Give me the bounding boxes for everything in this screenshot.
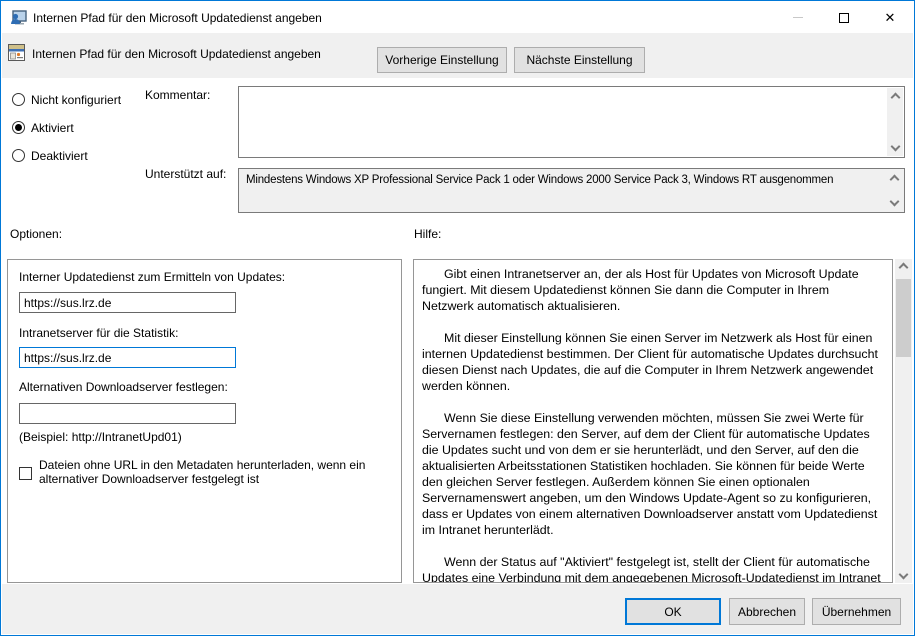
setting-title: Internen Pfad für den Microsoft Updatedi… [32,47,321,61]
comment-scrollbar[interactable] [886,88,903,156]
comment-label: Kommentar: [145,88,210,102]
maximize-button[interactable] [821,2,867,33]
gpedit-computer-icon [10,10,27,26]
policy-setting-icon [8,44,25,61]
radio-circle[interactable] [12,93,25,106]
next-setting-button[interactable]: Nächste Einstellung [514,47,645,73]
help-paragraph: Wenn der Status auf "Aktiviert" festgele… [422,554,884,583]
policy-setting-dialog: Internen Pfad für den Microsoft Updatedi… [0,0,915,636]
setting-header: Internen Pfad für den Microsoft Updatedi… [2,33,913,78]
alternate-download-input[interactable] [19,403,236,424]
download-files-checkbox[interactable] [19,467,32,480]
download-files-checkbox-label: Dateien ohne URL in den Metadaten herunt… [39,459,399,486]
comment-textarea[interactable] [238,86,905,158]
cancel-button[interactable]: Abbrechen [729,598,805,625]
minimize-icon [793,17,803,18]
help-panel: Gibt einen Intranetserver an, der als Ho… [413,259,893,583]
minimize-button[interactable] [775,2,821,33]
scroll-down-icon[interactable] [886,194,903,209]
scroll-down-icon[interactable] [895,567,912,582]
example-text: (Beispiel: http://IntranetUpd01) [19,430,182,444]
supported-scrollbar[interactable] [886,170,903,211]
options-panel: Interner Updatedienst zum Ermitteln von … [7,259,402,583]
scrollbar-thumb[interactable] [896,279,911,357]
help-paragraph: Wenn Sie diese Einstellung verwenden möc… [422,410,884,538]
supported-value: Mindestens Windows XP Professional Servi… [246,174,880,186]
statistics-server-input[interactable] [19,347,236,368]
supported-on-box: Mindestens Windows XP Professional Servi… [238,168,905,213]
radio-circle[interactable] [12,121,25,134]
update-service-input[interactable] [19,292,236,313]
radio-label: Nicht konfiguriert [31,93,121,107]
radio-circle[interactable] [12,149,25,162]
scroll-down-icon[interactable] [887,139,903,154]
close-button[interactable]: ✕ [867,2,913,33]
help-paragraph: Mit dieser Einstellung können Sie einen … [422,330,884,394]
titlebar: Internen Pfad für den Microsoft Updatedi… [2,2,913,33]
help-paragraph: Gibt einen Intranetserver an, der als Ho… [422,266,884,314]
maximize-icon [839,13,849,23]
scroll-up-icon[interactable] [895,260,912,275]
footer: OK Abbrechen Übernehmen [2,584,913,634]
help-text: Gibt einen Intranetserver an, der als Ho… [422,266,884,583]
close-icon: ✕ [885,11,896,24]
help-scrollbar[interactable] [895,259,912,583]
apply-button[interactable]: Übernehmen [812,598,901,625]
dialog-content: Nicht konfiguriert Aktiviert Deaktiviert… [2,78,913,584]
ok-button[interactable]: OK [625,598,721,625]
help-section-label: Hilfe: [414,227,441,241]
radio-label: Aktiviert [31,121,74,135]
alternate-download-label: Alternativen Downloadserver festlegen: [19,380,228,394]
supported-label: Unterstützt auf: [145,167,226,181]
statistics-server-label: Intranetserver für die Statistik: [19,326,178,340]
scroll-up-icon[interactable] [886,172,903,187]
radio-label: Deaktiviert [31,149,88,163]
window-title: Internen Pfad für den Microsoft Updatedi… [33,11,322,25]
options-section-label: Optionen: [10,227,62,241]
previous-setting-button[interactable]: Vorherige Einstellung [377,47,507,73]
update-service-label: Interner Updatedienst zum Ermitteln von … [19,270,285,284]
scroll-up-icon[interactable] [887,90,903,105]
